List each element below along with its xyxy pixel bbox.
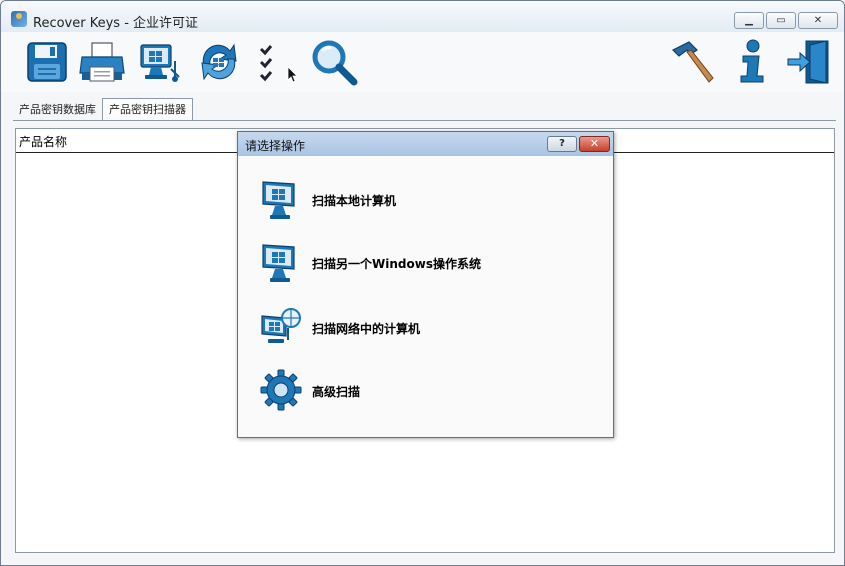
refresh-icon	[201, 43, 237, 81]
save-button[interactable]	[21, 36, 73, 88]
exit-button[interactable]	[783, 36, 835, 88]
dialog-help-button[interactable]: ?	[547, 136, 577, 152]
option-scan-local-computer[interactable]: 扫描本地计算机	[260, 178, 590, 222]
select-operation-dialog: 请选择操作 ? ✕ 扫描本地计算机 扫描另一个Windows操作系统 扫描网络中…	[237, 131, 614, 438]
option-label: 扫描本地计算机	[312, 194, 397, 208]
column-product-name[interactable]: 产品名称	[19, 133, 67, 150]
toolbar	[1, 32, 844, 92]
search-icon	[312, 40, 358, 86]
network-scan-button[interactable]	[133, 36, 185, 88]
dialog-close-button[interactable]: ✕	[579, 136, 610, 152]
option-label: 扫描另一个Windows操作系统	[312, 257, 481, 271]
tab-divider	[13, 120, 836, 121]
search-button[interactable]	[308, 36, 360, 88]
option-scan-another-windows[interactable]: 扫描另一个Windows操作系统	[260, 241, 590, 285]
option-advanced-scan[interactable]: 高级扫描	[260, 369, 590, 413]
info-icon	[740, 39, 764, 83]
computer-icon	[262, 244, 295, 282]
computer-icon	[262, 181, 295, 219]
exit-door-icon	[787, 40, 829, 84]
title-bar: Recover Keys - 企业许可证 ▁ ▭ ✕	[1, 1, 844, 32]
tab-product-key-database[interactable]: 产品密钥数据库	[13, 100, 102, 119]
caption-buttons: ▁ ▭ ✕	[734, 12, 838, 29]
gear-icon	[260, 369, 302, 411]
settings-button[interactable]	[665, 36, 717, 88]
select-all-button[interactable]	[244, 36, 288, 88]
option-scan-network-computers[interactable]: 扫描网络中的计算机	[260, 306, 590, 350]
hammer-icon	[671, 41, 714, 83]
tab-product-key-scanner[interactable]: 产品密钥扫描器	[102, 98, 193, 120]
checklist-icon	[259, 45, 273, 82]
print-button[interactable]	[76, 36, 128, 88]
refresh-button[interactable]	[193, 36, 245, 88]
window-title: Recover Keys - 企业许可证	[33, 16, 199, 31]
printer-icon	[79, 42, 125, 82]
app-icon	[11, 11, 27, 27]
dialog-title: 请选择操作	[245, 139, 306, 153]
option-label: 高级扫描	[312, 385, 361, 399]
minimize-button[interactable]: ▁	[734, 12, 764, 29]
option-label: 扫描网络中的计算机	[312, 322, 421, 336]
network-computer-icon	[261, 308, 301, 343]
about-button[interactable]	[725, 36, 777, 88]
floppy-save-icon	[27, 42, 67, 82]
close-button[interactable]: ✕	[798, 12, 838, 29]
dialog-title-bar: 请选择操作 ? ✕	[238, 132, 613, 156]
app-window: Recover Keys - 企业许可证 ▁ ▭ ✕ 产品密钥数据库 产品密钥扫…	[0, 0, 845, 566]
network-computer-icon	[140, 44, 180, 82]
maximize-button[interactable]: ▭	[766, 12, 796, 29]
